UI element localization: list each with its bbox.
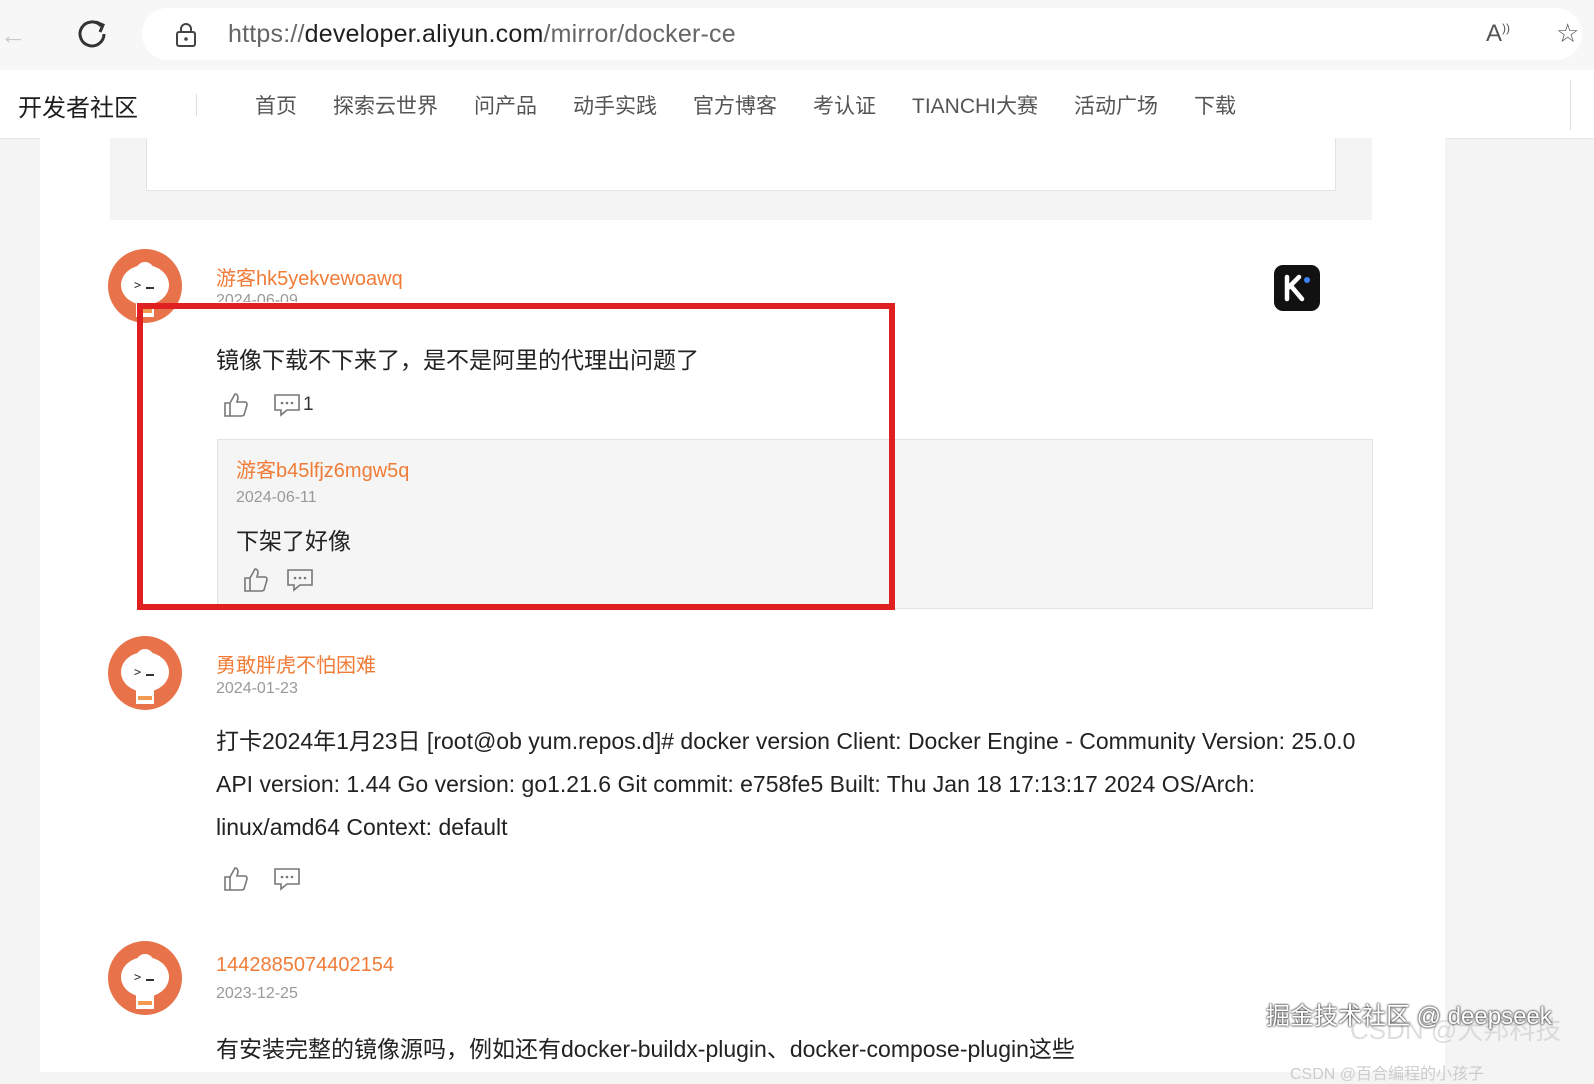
- url-host: developer.aliyun.com: [304, 20, 544, 48]
- lock-icon[interactable]: [174, 22, 198, 48]
- k-extension-icon[interactable]: [1274, 265, 1320, 311]
- comment-icon: [274, 868, 300, 891]
- avatar[interactable]: >: [108, 636, 182, 710]
- browser-toolbar: ← https://developer.aliyun.com/mirror/do…: [0, 0, 1594, 71]
- nav-item-events[interactable]: 活动广场: [1074, 90, 1158, 120]
- watermark: 掘金技术社区 @ deepseek: [1266, 1003, 1552, 1030]
- header-divider: [196, 94, 197, 116]
- previous-content-inner: [146, 138, 1336, 191]
- comment-username[interactable]: 1442885074402154: [216, 954, 394, 977]
- highlight-frame: [137, 303, 895, 610]
- comment-text: 有安装完整的镜像源吗，例如还有docker-buildx-plugin、dock…: [216, 1036, 1075, 1062]
- comment-text: 打卡2024年1月23日 [root@ob yum.repos.d]# dock…: [216, 728, 1356, 840]
- reply-button[interactable]: [273, 865, 301, 893]
- previous-content-box: [110, 138, 1372, 220]
- watermark-cutoff: CSDN @百合编程的小孩子: [1290, 1066, 1485, 1083]
- like-button[interactable]: [222, 865, 250, 893]
- back-arrow-icon[interactable]: ←: [0, 18, 30, 52]
- svg-text:>: >: [134, 665, 141, 679]
- url-text[interactable]: https://developer.aliyun.com/mirror/dock…: [228, 20, 736, 49]
- comment-date: 2024-06-09: [216, 292, 298, 302]
- url-scheme: https://: [228, 20, 305, 48]
- comment-username[interactable]: 游客hk5yekvewoawq: [216, 262, 403, 291]
- nav-item-home[interactable]: 首页: [255, 90, 297, 120]
- nav-item-download[interactable]: 下载: [1194, 90, 1236, 120]
- svg-text:>: >: [134, 970, 141, 984]
- nav-item-certification[interactable]: 考认证: [813, 90, 876, 120]
- svg-text:>: >: [134, 278, 141, 292]
- comment-date: 2024-01-23: [216, 680, 298, 697]
- avatar[interactable]: >: [108, 941, 182, 1015]
- site-header: 开发者社区 首页 探索云世界 问产品 动手实践 官方博客 考认证 TIANCHI…: [0, 70, 1594, 139]
- nav-item-hands-on[interactable]: 动手实践: [573, 90, 657, 120]
- nav-item-ask-product[interactable]: 问产品: [474, 90, 537, 120]
- header-right-edge: [1570, 80, 1594, 130]
- address-bar[interactable]: https://developer.aliyun.com/mirror/dock…: [142, 8, 1582, 60]
- reload-icon[interactable]: [74, 16, 110, 52]
- url-path: /mirror/docker-ce: [543, 20, 736, 48]
- favorite-star-icon[interactable]: ☆: [1556, 18, 1579, 49]
- read-aloud-icon[interactable]: A)): [1486, 20, 1510, 48]
- top-navigation: 首页 探索云世界 问产品 动手实践 官方博客 考认证 TIANCHI大赛 活动广…: [255, 90, 1272, 120]
- nav-item-explore[interactable]: 探索云世界: [333, 90, 438, 120]
- nav-item-blog[interactable]: 官方博客: [693, 90, 777, 120]
- thumbs-up-icon: [224, 867, 248, 891]
- brand-logo-text[interactable]: 开发者社区: [18, 88, 138, 123]
- nav-item-tianchi[interactable]: TIANCHI大赛: [912, 90, 1038, 120]
- comment-username[interactable]: 勇敢胖虎不怕困难: [216, 649, 376, 678]
- comment-date: 2023-12-25: [216, 985, 298, 1002]
